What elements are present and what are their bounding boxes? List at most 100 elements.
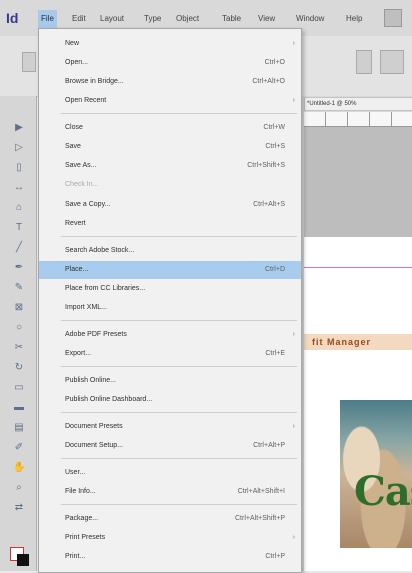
- menu-item-new[interactable]: New ›: [39, 35, 301, 53]
- menu-separator: [61, 320, 297, 321]
- submenu-arrow-icon: ›: [292, 534, 295, 541]
- menu-item-label: Revert: [65, 220, 86, 227]
- scissors-tool-icon[interactable]: ✂: [13, 342, 25, 354]
- menu-item-shortcut: Ctrl+S: [265, 143, 285, 150]
- menu-item-shortcut: Ctrl+Alt+Shift+I: [237, 488, 285, 495]
- hand-tool-icon[interactable]: ✋: [13, 462, 25, 474]
- line-tool-icon[interactable]: ╱: [13, 242, 25, 254]
- menubar-help[interactable]: Help: [346, 12, 362, 26]
- menu-item-package[interactable]: Package... Ctrl+Alt+Shift+P: [39, 510, 301, 528]
- menu-item-open-recent[interactable]: Open Recent ›: [39, 92, 301, 110]
- selection-tool-icon[interactable]: ▶: [13, 122, 25, 134]
- transform-control[interactable]: [356, 50, 372, 74]
- menu-item-label: File Info...: [65, 488, 96, 495]
- menu-item-label: Package...: [65, 515, 99, 522]
- menu-item-shortcut: Ctrl+Alt+P: [253, 442, 285, 449]
- menu-item-document-presets[interactable]: Document Presets ›: [39, 418, 301, 436]
- swap-fill-stroke-icon[interactable]: ⇄: [13, 502, 25, 514]
- menu-item-revert[interactable]: Revert: [39, 215, 301, 233]
- menu-separator: [61, 366, 297, 367]
- menu-item-label: Adobe PDF Presets: [65, 331, 127, 338]
- menu-item-save-a-copy[interactable]: Save a Copy... Ctrl+Alt+S: [39, 196, 301, 214]
- menu-item-publish-online[interactable]: Publish Online...: [39, 372, 301, 390]
- workspace-button[interactable]: [384, 9, 402, 27]
- menu-item-place[interactable]: Place... Ctrl+D: [39, 261, 301, 279]
- file-menu: New › Open... Ctrl+O Browse in Bridge... Ctrl…: [38, 28, 302, 573]
- menu-item-label: Save As...: [65, 162, 97, 169]
- menu-item-label: Publish Online Dashboard...: [65, 396, 153, 403]
- menubar-view[interactable]: View: [258, 12, 275, 26]
- menu-item-label: Open...: [65, 59, 88, 66]
- menu-item-search-adobe-stock[interactable]: Search Adobe Stock...: [39, 242, 301, 260]
- type-tool-icon[interactable]: T: [13, 222, 25, 234]
- gradient-swatch-tool-icon[interactable]: ▬: [13, 402, 25, 414]
- gap-tool-icon[interactable]: ↔: [13, 182, 25, 194]
- menu-item-save-as[interactable]: Save As... Ctrl+Shift+S: [39, 157, 301, 175]
- menu-item-close[interactable]: Close Ctrl+W: [39, 119, 301, 137]
- content-collector-icon[interactable]: ⌂: [13, 202, 25, 214]
- submenu-arrow-icon: ›: [292, 40, 295, 47]
- menu-separator: [61, 412, 297, 413]
- menu-item-export[interactable]: Export... Ctrl+E: [39, 345, 301, 363]
- fill-swatch[interactable]: [17, 554, 29, 566]
- menu-item-open[interactable]: Open... Ctrl+O: [39, 54, 301, 72]
- menu-item-label: Browse in Bridge...: [65, 78, 124, 85]
- page-text-frame[interactable]: fit Manager: [304, 334, 412, 350]
- pen-tool-icon[interactable]: ✒: [13, 262, 25, 274]
- ellipse-tool-icon[interactable]: ○: [13, 322, 25, 334]
- reference-point-control[interactable]: [22, 52, 36, 72]
- page-tool-icon[interactable]: ▯: [13, 162, 25, 174]
- rectangle-tool-icon[interactable]: ▭: [13, 382, 25, 394]
- menubar-file[interactable]: File: [38, 10, 57, 28]
- submenu-arrow-icon: ›: [292, 97, 295, 104]
- app-logo: Id: [6, 10, 19, 26]
- rectangle-frame-tool-icon[interactable]: ⊠: [13, 302, 25, 314]
- menubar-table[interactable]: Table: [222, 12, 241, 26]
- menu-item-label: Publish Online...: [65, 377, 116, 384]
- menu-item-shortcut: Ctrl+E: [265, 350, 285, 357]
- menu-item-shortcut: Ctrl+Alt+Shift+P: [235, 515, 285, 522]
- menu-item-label: Check In...: [65, 181, 99, 188]
- menubar-edit[interactable]: Edit: [72, 12, 86, 26]
- menu-item-label: Export...: [65, 350, 92, 357]
- menubar-window[interactable]: Window: [296, 12, 324, 26]
- menu-item-import-xml[interactable]: Import XML...: [39, 299, 301, 317]
- menu-item-place-from-cc-libraries[interactable]: Place from CC Libraries...: [39, 280, 301, 298]
- menu-item-document-setup[interactable]: Document Setup... Ctrl+Alt+P: [39, 437, 301, 455]
- eyedropper-tool-icon[interactable]: ✐: [13, 442, 25, 454]
- menubar-type[interactable]: Type: [144, 12, 161, 26]
- menu-item-publish-online-dashboard[interactable]: Publish Online Dashboard...: [39, 391, 301, 409]
- direct-selection-tool-icon[interactable]: ▷: [13, 142, 25, 154]
- menu-item-save[interactable]: Save Ctrl+S: [39, 138, 301, 156]
- menu-separator: [61, 113, 297, 114]
- fill-stroke-swatch[interactable]: [10, 547, 32, 567]
- photo-text[interactable]: Cas: [354, 468, 412, 515]
- margin-guide: [304, 267, 412, 268]
- menu-item-adobe-pdf-presets[interactable]: Adobe PDF Presets ›: [39, 326, 301, 344]
- align-control[interactable]: [380, 50, 404, 74]
- menu-item-label: Close: [65, 124, 83, 131]
- menu-item-shortcut: Ctrl+Shift+S: [247, 162, 285, 169]
- menu-item-label: Print...: [65, 553, 86, 560]
- menu-item-file-info[interactable]: File Info... Ctrl+Alt+Shift+I: [39, 483, 301, 501]
- pencil-tool-icon[interactable]: ✎: [13, 282, 25, 294]
- document-tab[interactable]: *Untitled-1 @ 50%: [304, 97, 412, 111]
- menu-item-label: Save a Copy...: [65, 201, 111, 208]
- menu-item-shortcut: Ctrl+W: [263, 124, 285, 131]
- menubar-object[interactable]: Object: [176, 12, 199, 26]
- menu-item-print[interactable]: Print... Ctrl+P: [39, 548, 301, 566]
- menu-item-shortcut: Ctrl+Alt+O: [252, 78, 285, 85]
- note-tool-icon[interactable]: ▤: [13, 422, 25, 434]
- free-transform-tool-icon[interactable]: ↻: [13, 362, 25, 374]
- menu-item-label: Document Presets: [65, 423, 123, 430]
- menu-separator: [61, 458, 297, 459]
- zoom-tool-icon[interactable]: ⌕: [13, 482, 25, 494]
- menubar-layout[interactable]: Layout: [100, 12, 124, 26]
- menu-item-shortcut: Ctrl+O: [264, 59, 285, 66]
- menu-item-user[interactable]: User...: [39, 464, 301, 482]
- menu-item-label: Import XML...: [65, 304, 108, 311]
- menu-item-print-presets[interactable]: Print Presets ›: [39, 529, 301, 547]
- menu-item-shortcut: Ctrl+D: [264, 266, 285, 273]
- menu-item-browse-in-bridge[interactable]: Browse in Bridge... Ctrl+Alt+O: [39, 73, 301, 91]
- menu-item-label: Place...: [65, 266, 89, 273]
